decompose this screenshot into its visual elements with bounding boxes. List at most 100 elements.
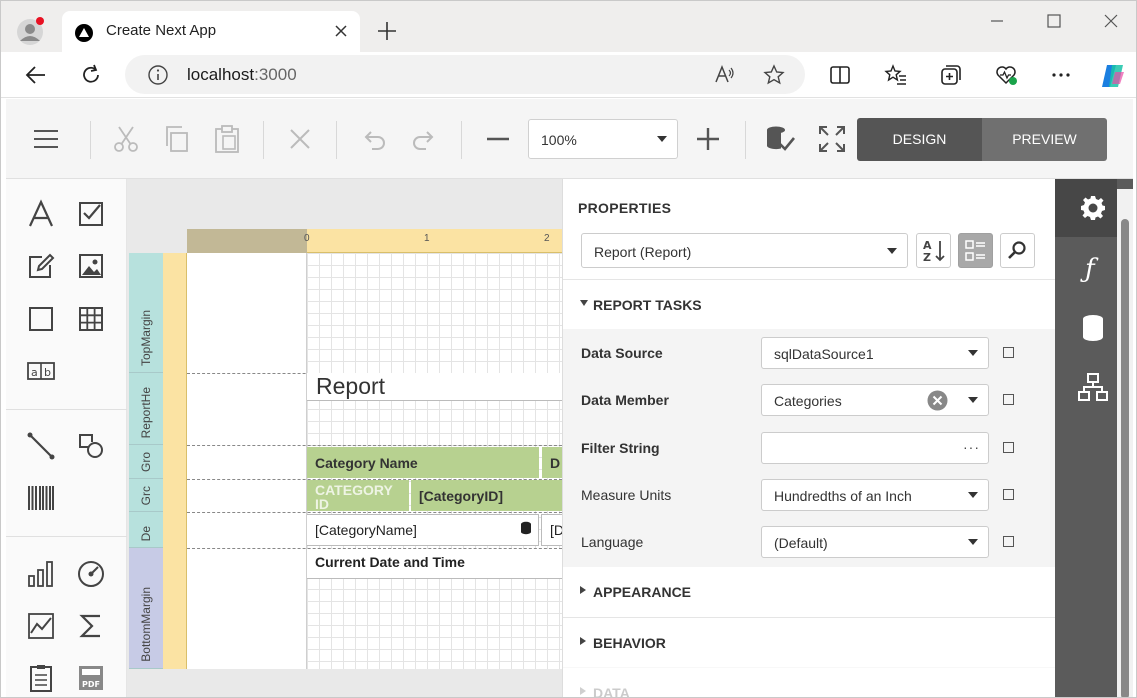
line-tool-icon[interactable]	[26, 431, 56, 461]
report-page[interactable]: Report Category Name D CATEGORY ID [Cate…	[187, 253, 562, 669]
scrollbar-thumb[interactable]	[1121, 219, 1129, 697]
design-button[interactable]: DESIGN	[857, 118, 982, 161]
current-date-time-label[interactable]: Current Date and Time	[307, 549, 562, 579]
design-surface[interactable]: 0 1 2 TopMargin ReportHe Gro Grc De Bott…	[127, 179, 562, 697]
zoom-select[interactable]: 100%	[528, 119, 678, 159]
svg-text:a: a	[31, 366, 38, 379]
band-detail[interactable]: De	[129, 512, 163, 548]
vertical-scrollbar[interactable]	[1117, 189, 1133, 697]
split-screen-icon[interactable]	[828, 63, 852, 87]
richtext-tool-icon[interactable]	[26, 251, 56, 281]
favorites-list-icon[interactable]	[884, 63, 908, 87]
profile-avatar-icon[interactable]	[15, 17, 45, 47]
close-tab-icon[interactable]	[334, 24, 348, 38]
band-divider	[187, 445, 562, 446]
gauge-tool-icon[interactable]	[76, 559, 106, 589]
undo-icon[interactable]	[358, 123, 390, 155]
zoom-out-icon[interactable]	[482, 123, 514, 155]
measure-units-select[interactable]: Hundredths of an Inch	[761, 479, 989, 511]
property-marker-checkbox[interactable]	[1003, 536, 1014, 547]
header-cell-description[interactable]: D	[542, 447, 562, 478]
browser-tab[interactable]: Create Next App	[62, 11, 360, 52]
report-explorer-tree-icon[interactable]	[1070, 365, 1116, 411]
detail-cell-description[interactable]: [D	[541, 514, 562, 546]
property-marker-checkbox[interactable]	[1003, 394, 1014, 405]
toolbar-separator	[90, 121, 91, 159]
paste-icon[interactable]	[211, 123, 243, 155]
property-marker-checkbox[interactable]	[1003, 489, 1014, 500]
read-aloud-icon[interactable]	[713, 64, 735, 86]
copy-icon[interactable]	[161, 123, 193, 155]
band-bottommargin[interactable]: BottomMargin	[129, 548, 163, 669]
group-cell-category-id[interactable]: [CategoryID]	[411, 480, 562, 511]
clear-value-icon[interactable]	[927, 390, 948, 411]
band-reportheader[interactable]: ReportHe	[129, 373, 163, 445]
pdf-content-icon[interactable]: PDF	[76, 663, 106, 693]
redo-icon[interactable]	[408, 123, 440, 155]
refresh-icon[interactable]	[79, 63, 103, 87]
header-cell-category-name[interactable]: Category Name	[307, 447, 539, 478]
label-tool-icon[interactable]	[26, 199, 56, 229]
address-field[interactable]: localhost:3000	[125, 55, 805, 94]
band-groupheader-2[interactable]: Grc	[129, 479, 163, 512]
picture-tool-icon[interactable]	[76, 251, 106, 281]
more-options-icon[interactable]	[1049, 63, 1073, 87]
section-appearance[interactable]: APPEARANCE	[563, 567, 1055, 615]
report-title-label[interactable]: Report	[307, 373, 562, 401]
expressions-function-icon[interactable]: ƒ	[1070, 245, 1116, 291]
categorized-view-button[interactable]	[958, 233, 993, 268]
fullscreen-icon[interactable]	[816, 123, 848, 155]
property-marker-checkbox[interactable]	[1003, 442, 1014, 453]
checkbox-tool-icon[interactable]	[76, 199, 106, 229]
property-value: (Default)	[774, 535, 828, 551]
preview-button[interactable]: PREVIEW	[982, 118, 1107, 161]
close-window-icon[interactable]	[1103, 13, 1119, 29]
property-marker-checkbox[interactable]	[1003, 347, 1014, 358]
object-selector[interactable]: Report (Report)	[581, 233, 908, 268]
band-label: TopMargin	[139, 309, 153, 366]
shape-tool-icon[interactable]	[76, 431, 106, 461]
cut-icon[interactable]	[110, 123, 142, 155]
zoom-value: 100%	[541, 132, 577, 148]
favorite-star-icon[interactable]	[763, 64, 785, 86]
detail-cell-category-name[interactable]: [CategoryName]	[307, 514, 539, 546]
band-groupheader-1[interactable]: Gro	[129, 445, 163, 479]
filter-string-field[interactable]: ···	[761, 432, 989, 464]
pagebreak-tool-icon[interactable]	[26, 663, 56, 693]
minimize-icon[interactable]	[989, 13, 1005, 29]
band-topmargin[interactable]: TopMargin	[129, 253, 163, 373]
back-arrow-icon[interactable]	[24, 63, 48, 87]
data-member-select[interactable]: Categories	[761, 384, 989, 416]
copilot-icon[interactable]	[1099, 62, 1127, 90]
data-source-select[interactable]: sqlDataSource1	[761, 337, 989, 369]
menu-icon[interactable]	[30, 123, 62, 155]
panel-tool-icon[interactable]	[26, 304, 56, 334]
charactercomb-tool-icon[interactable]: ab	[26, 356, 56, 386]
caret-right-icon	[580, 637, 586, 645]
ellipsis-editor-icon[interactable]: ···	[963, 439, 980, 455]
zoom-in-icon[interactable]	[692, 123, 724, 155]
properties-gear-icon[interactable]	[1070, 185, 1116, 231]
search-properties-button[interactable]	[1000, 233, 1035, 268]
validate-bindings-icon[interactable]	[764, 123, 796, 155]
section-data[interactable]: DATA	[563, 667, 1055, 697]
barcode-tool-icon[interactable]	[26, 483, 56, 513]
section-report-tasks[interactable]: REPORT TASKS	[563, 279, 1055, 327]
table-tool-icon[interactable]	[76, 304, 106, 334]
delete-icon[interactable]	[284, 123, 316, 155]
group-cell-category-id-label[interactable]: CATEGORY ID	[307, 480, 409, 511]
sort-alphabetical-button[interactable]: AZ	[916, 233, 951, 268]
maximize-icon[interactable]	[1046, 13, 1062, 29]
section-behavior[interactable]: BEHAVIOR	[563, 617, 1055, 665]
sparkline-tool-icon[interactable]	[26, 611, 56, 641]
section-label: BEHAVIOR	[593, 635, 666, 651]
address-port: :3000	[254, 65, 297, 84]
language-select[interactable]: (Default)	[761, 526, 989, 558]
summary-sigma-icon[interactable]	[76, 611, 106, 641]
new-tab-icon[interactable]	[377, 21, 397, 41]
collections-icon[interactable]	[939, 63, 963, 87]
browser-essentials-icon[interactable]	[994, 63, 1018, 87]
info-icon[interactable]	[147, 64, 169, 86]
chart-tool-icon[interactable]	[26, 559, 56, 589]
field-list-database-icon[interactable]	[1070, 305, 1116, 351]
